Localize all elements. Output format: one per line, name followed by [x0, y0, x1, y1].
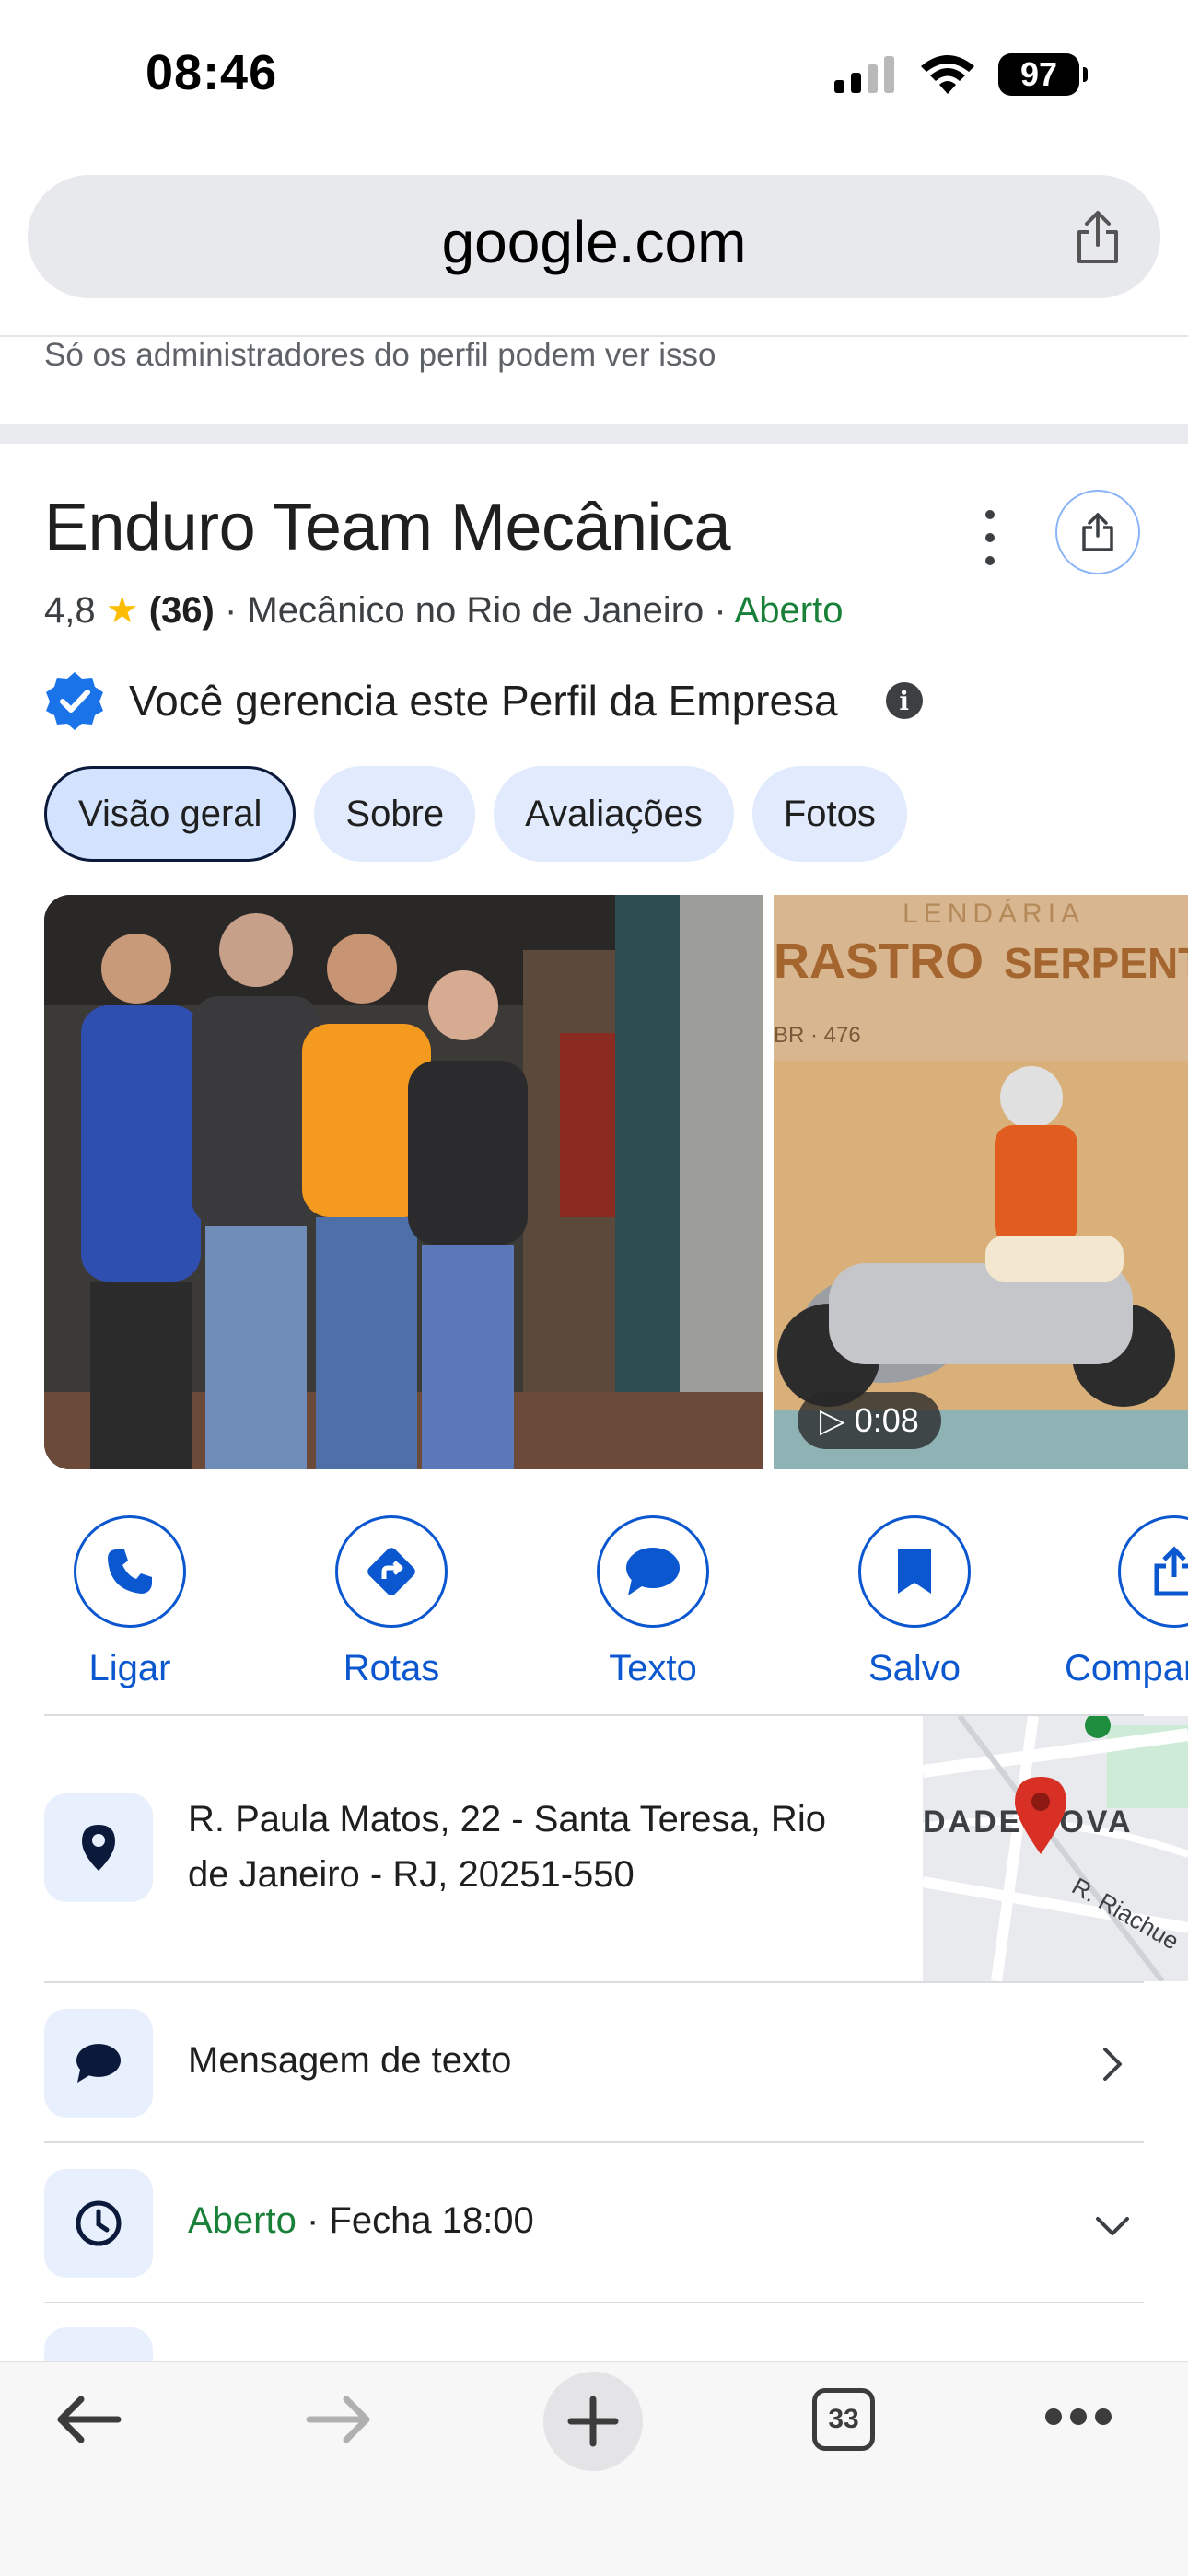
directions-button[interactable]: Rotas [304, 1515, 479, 1689]
message-row[interactable]: Mensagem de texto [44, 1983, 1144, 2140]
tab-reviews[interactable]: Avaliações [494, 766, 734, 862]
section-separator [0, 424, 1188, 444]
share-business-button[interactable] [1055, 490, 1140, 574]
saved-circle [858, 1515, 971, 1628]
chevron-right-icon [1103, 2048, 1122, 2081]
hours-status: Aberto [188, 2200, 297, 2241]
tab-bar: Visão geral Sobre Avaliações Fotos [44, 766, 907, 862]
message-label: Mensagem de texto [188, 2040, 512, 2081]
open-status: Aberto [734, 590, 844, 631]
phone-circle [74, 1515, 186, 1628]
clock-icon [76, 2200, 122, 2246]
hours-icon-tile [44, 2169, 153, 2278]
call-label: Ligar [88, 1648, 171, 1688]
verified-text: Você gerencia este Perfil da Empresa [129, 677, 838, 725]
tab-overview[interactable]: Visão geral [44, 766, 297, 862]
svg-text:SERPENTE: SERPENTE [1004, 939, 1188, 987]
hours-closes: · Fecha 18:00 [306, 2200, 534, 2241]
chat-icon [76, 2044, 121, 2083]
rating-value: 4,8 [44, 590, 96, 631]
text-circle [597, 1515, 709, 1628]
tab-switcher-button[interactable]: 33 [812, 2388, 875, 2451]
share-icon[interactable] [1072, 210, 1124, 265]
directions-icon [367, 1548, 415, 1595]
svg-text:RASTRO: RASTRO [774, 934, 984, 989]
video-duration: 0:08 [854, 1401, 919, 1439]
rating-line: 4,8 ★ (36) · Mecânico no Rio de Janeiro … [44, 590, 844, 631]
chat-icon [626, 1548, 680, 1595]
tab-photos[interactable]: Fotos [751, 766, 907, 862]
directions-label: Rotas [343, 1648, 440, 1688]
saved-button[interactable]: Salvo [827, 1515, 1002, 1689]
share-icon [1082, 513, 1113, 551]
divider [44, 2302, 1144, 2303]
plus-icon [567, 2396, 619, 2447]
admin-note: Só os administradores do perfil podem ve… [44, 337, 716, 373]
photo-team[interactable] [44, 895, 763, 1469]
verified-badge-icon [46, 672, 103, 730]
video-thumbnail[interactable]: LENDÁRIA RASTRO SERPENTE BR · 476 [774, 895, 1188, 1469]
video-duration-badge: ▷ 0:08 [798, 1392, 941, 1449]
share-action-label: Compar [1065, 1648, 1188, 1688]
text-label: Texto [609, 1648, 697, 1688]
review-count[interactable]: (36) [149, 590, 215, 631]
more-options-button[interactable] [972, 510, 1008, 565]
svg-text:BR · 476: BR · 476 [774, 1023, 861, 1048]
wifi-icon [921, 55, 974, 94]
message-icon-tile [44, 2009, 153, 2118]
forward-arrow-icon[interactable] [306, 2394, 374, 2445]
cellular-signal-icon [834, 56, 894, 93]
star-icon: ★ [105, 590, 139, 631]
next-row-icon-tile [44, 2327, 153, 2361]
status-icons: 97 [834, 53, 1088, 96]
call-button[interactable]: Ligar [42, 1515, 217, 1689]
share-icon [1154, 1546, 1188, 1596]
bookmark-icon [898, 1549, 931, 1594]
status-time: 08:46 [146, 45, 278, 100]
back-arrow-icon[interactable] [53, 2394, 122, 2445]
directions-circle [335, 1515, 448, 1628]
location-pin-icon [82, 1825, 115, 1871]
more-menu-icon[interactable] [1044, 2407, 1112, 2427]
address-icon-tile [44, 1793, 153, 1902]
address-text[interactable]: R. Paula Matos, 22 - Santa Teresa, Rio d… [188, 1792, 869, 1902]
business-category: Mecânico no Rio de Janeiro [247, 590, 705, 631]
new-tab-button[interactable] [543, 2372, 643, 2471]
share-circle [1118, 1515, 1188, 1628]
hours-row[interactable]: Aberto · Fecha 18:00 [44, 2143, 1144, 2300]
chevron-down-icon [1096, 2217, 1129, 2235]
play-icon: ▷ [820, 1401, 845, 1439]
info-icon[interactable]: i [885, 682, 923, 719]
verified-owner-row: Você gerencia este Perfil da Empresa i [44, 670, 923, 731]
business-name: Enduro Team Mecânica [44, 491, 731, 564]
hours-text: Aberto · Fecha 18:00 [188, 2200, 534, 2242]
address-bar[interactable]: google.com [28, 175, 1160, 298]
phone-icon [108, 1549, 152, 1594]
saved-label: Salvo [868, 1648, 961, 1688]
text-button[interactable]: Texto [565, 1515, 740, 1689]
map-thumbnail[interactable]: DADE NOVA R. Riachue [923, 1716, 1188, 1981]
tab-about[interactable]: Sobre [314, 766, 476, 862]
svg-text:LENDÁRIA: LENDÁRIA [903, 899, 1085, 929]
share-action-button[interactable]: Compar [1065, 1515, 1188, 1689]
url-text: google.com [441, 209, 747, 275]
battery-indicator: 97 [998, 53, 1088, 96]
